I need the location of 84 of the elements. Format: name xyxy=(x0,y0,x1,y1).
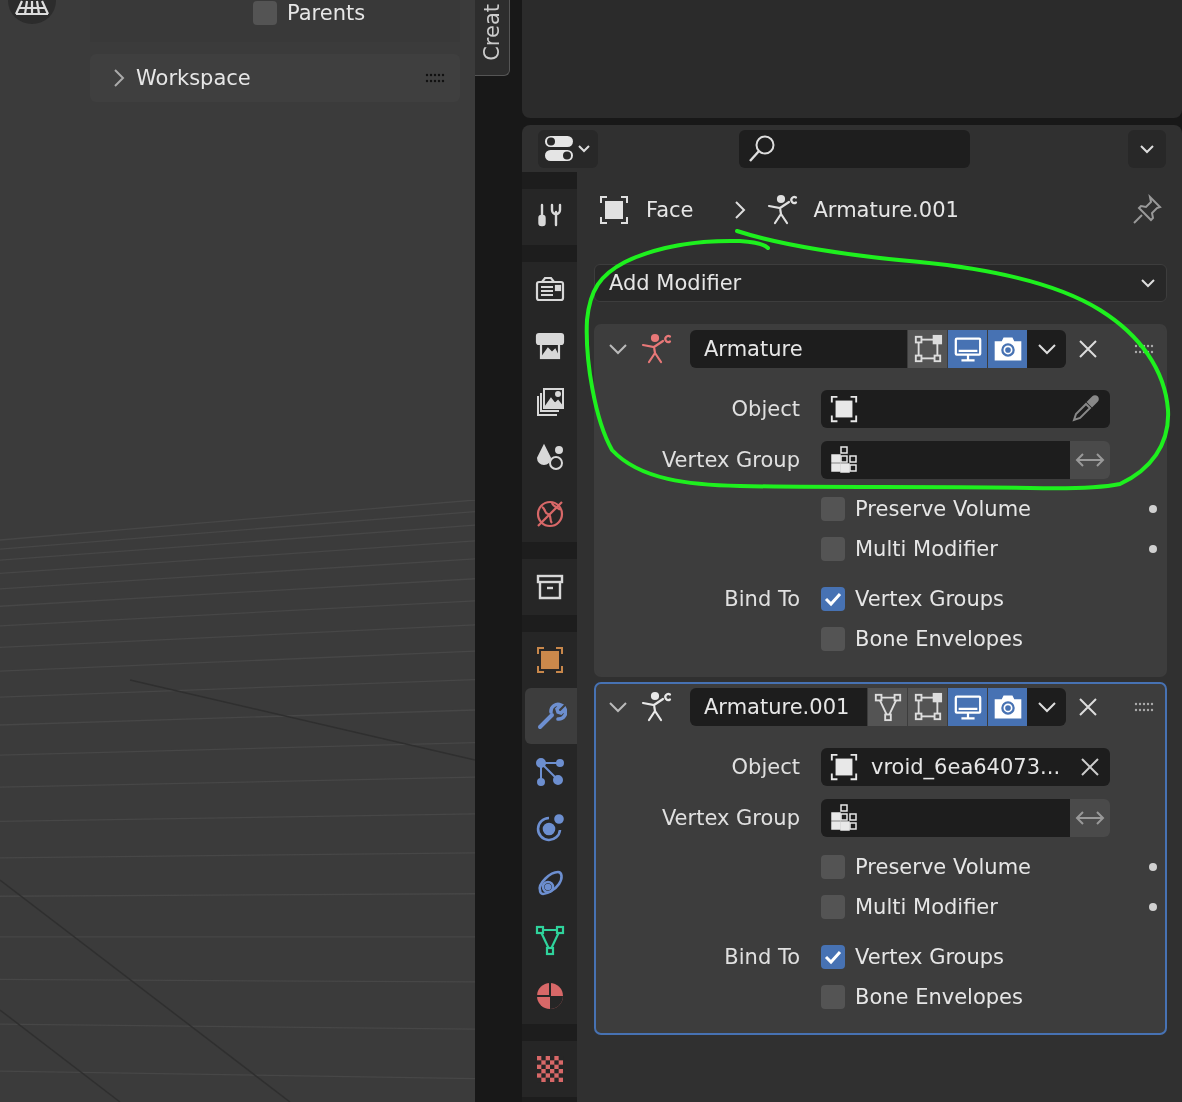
vertex-group-field[interactable] xyxy=(821,799,1070,837)
object-square-icon xyxy=(829,752,859,782)
vertex-square-icon xyxy=(912,692,943,722)
viewport-button[interactable] xyxy=(947,688,987,726)
connected-dots-icon xyxy=(533,756,566,788)
modifier-menu-button[interactable] xyxy=(1027,688,1066,726)
vertex-group-icon xyxy=(829,803,859,833)
sidebar-tab[interactable]: Creat xyxy=(475,0,510,76)
caret-icon xyxy=(1036,701,1057,713)
drag-grip-icon[interactable] xyxy=(1133,344,1155,354)
checkbox-label: Bone Envelopes xyxy=(855,627,1023,651)
toggle-switch-icon xyxy=(544,134,574,163)
viewport-button[interactable] xyxy=(947,330,987,368)
chevron-icon xyxy=(112,68,126,88)
invert-button[interactable] xyxy=(1070,441,1110,479)
checkbox-label: Multi Modifier xyxy=(855,895,998,919)
workspace-label: Workspace xyxy=(136,66,251,90)
double-arrow-icon xyxy=(1075,452,1105,468)
close-icon[interactable] xyxy=(1078,697,1098,717)
object-square-icon xyxy=(598,194,630,226)
add-modifier-dropdown[interactable]: Add Modifier xyxy=(594,264,1167,302)
drag-grip-icon[interactable] xyxy=(424,73,446,83)
search-field[interactable] xyxy=(739,129,970,168)
render-button[interactable] xyxy=(987,688,1027,726)
caret-icon xyxy=(1140,278,1156,288)
invert-button[interactable] xyxy=(1070,799,1110,837)
checkbox-label: Preserve Volume xyxy=(855,855,1031,879)
search-icon xyxy=(747,133,777,164)
chevron-right-icon xyxy=(733,200,746,220)
keyframe-dot[interactable] xyxy=(1149,903,1157,911)
vertex-square-icon xyxy=(912,334,943,364)
grid-icon xyxy=(15,0,49,16)
workspace-panel-header[interactable]: Workspace xyxy=(90,54,460,102)
close-icon[interactable] xyxy=(1078,339,1098,359)
vertex-group-icon xyxy=(829,445,859,475)
breadcrumb-label: Armature.001 xyxy=(813,198,959,222)
stick-figure-icon xyxy=(765,194,798,226)
eyedropper-icon[interactable] xyxy=(1070,394,1100,424)
edit-mode-button[interactable] xyxy=(907,330,947,368)
mesh-triangle-icon xyxy=(872,692,903,722)
clear-icon[interactable] xyxy=(1080,757,1100,777)
caret-icon xyxy=(1036,343,1057,355)
vertex-group-field[interactable] xyxy=(821,441,1070,479)
wrench-icon xyxy=(535,700,567,732)
bind-to-label: Bind To xyxy=(723,945,800,969)
checkbox-label: Multi Modifier xyxy=(855,537,998,561)
chevron-icon[interactable] xyxy=(608,342,628,356)
chevron-icon[interactable] xyxy=(608,700,628,714)
checkbox-label: Vertex Groups xyxy=(855,587,1005,611)
checkbox[interactable] xyxy=(821,945,845,969)
options-dropdown[interactable] xyxy=(1128,129,1166,168)
modifier-name-field[interactable]: Armature.001 xyxy=(690,688,867,726)
checkbox[interactable] xyxy=(253,0,277,25)
render-button[interactable] xyxy=(987,330,1027,368)
vertex-group-label: Vertex Group xyxy=(660,806,800,830)
mesh-triangle-icon xyxy=(533,924,566,956)
keyframe-dot[interactable] xyxy=(1149,863,1157,871)
checkbox-label: Preserve Volume xyxy=(855,497,1031,521)
object-square-icon xyxy=(829,394,859,424)
keyframe-dot[interactable] xyxy=(1149,545,1157,553)
modifier-menu-button[interactable] xyxy=(1027,330,1066,368)
breadcrumb-label: Face xyxy=(646,198,694,222)
checkbox-label: Bone Envelopes xyxy=(855,985,1023,1009)
editor-type-button[interactable] xyxy=(538,129,598,168)
checkbox-label: Vertex Groups xyxy=(855,945,1005,969)
object-name: vroid_6ea64073... xyxy=(871,755,1061,779)
caret-icon xyxy=(577,143,591,154)
pin-icon[interactable] xyxy=(1131,194,1163,226)
parents-label: Parents xyxy=(287,0,366,25)
double-arrow-icon xyxy=(1075,810,1105,826)
on-cage-button[interactable] xyxy=(867,688,907,726)
drag-grip-icon[interactable] xyxy=(1133,702,1155,712)
vertex-group-label: Vertex Group xyxy=(660,448,800,472)
object-label: Object xyxy=(730,397,800,421)
object-label: Object xyxy=(730,755,800,779)
object-field[interactable]: vroid_6ea64073... xyxy=(821,748,1110,786)
keyframe-dot[interactable] xyxy=(1149,505,1157,513)
caret-icon xyxy=(1139,143,1155,154)
edit-mode-button[interactable] xyxy=(907,688,947,726)
checkbox[interactable] xyxy=(821,587,845,611)
modifier-name-field[interactable]: Armature xyxy=(690,330,907,368)
bind-to-label: Bind To xyxy=(723,587,800,611)
object-field[interactable] xyxy=(821,390,1110,428)
printer-icon xyxy=(533,330,566,362)
